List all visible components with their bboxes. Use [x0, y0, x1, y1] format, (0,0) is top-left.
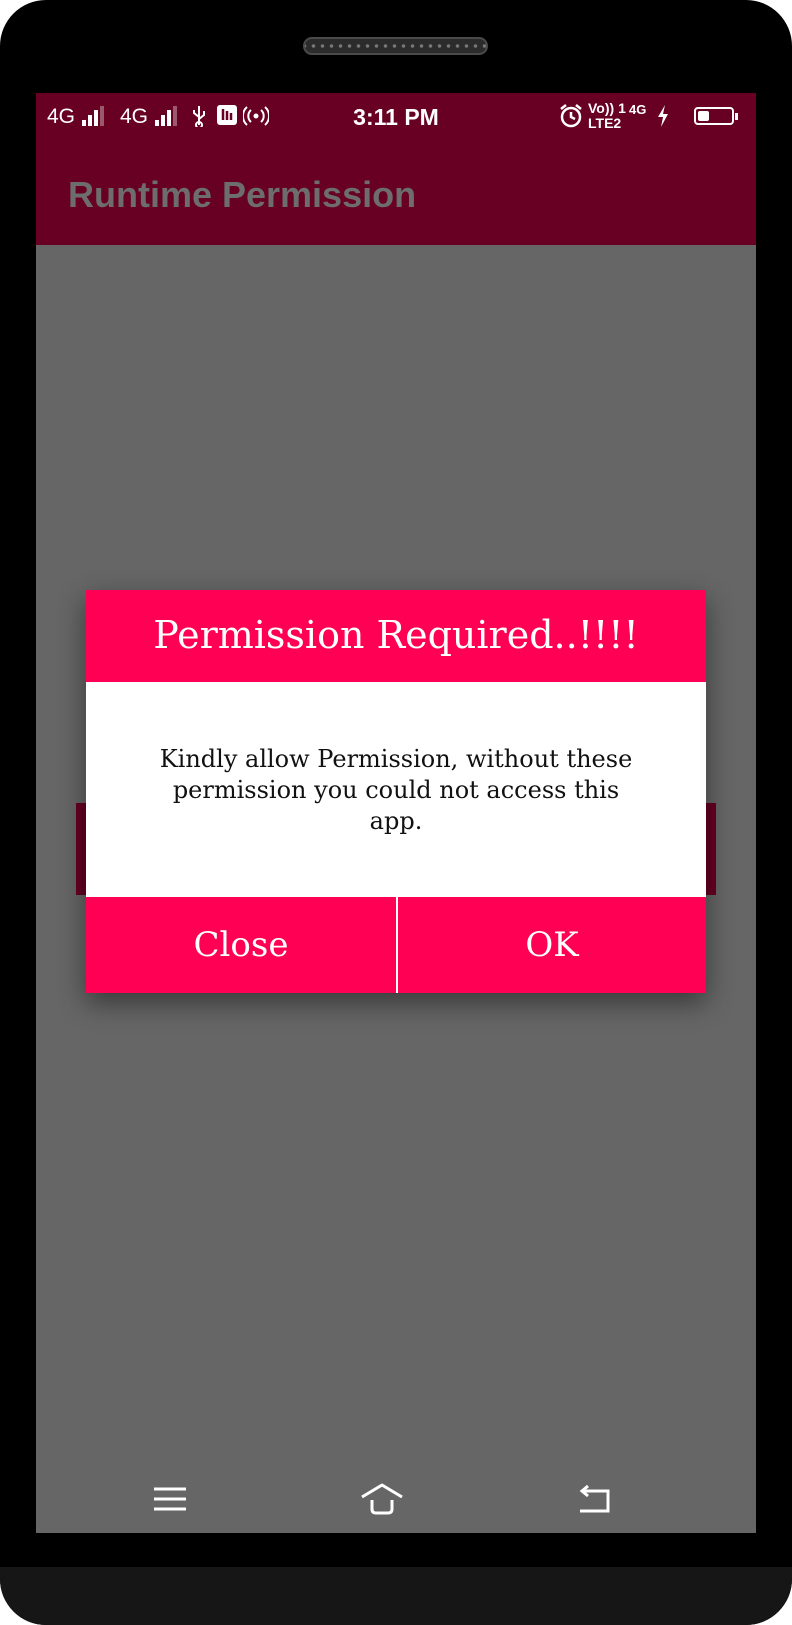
home-icon[interactable]: [360, 1481, 404, 1517]
dialog-actions: Close OK: [86, 897, 706, 993]
app-bar: Runtime Permission: [36, 143, 756, 245]
screen: 4G 4G 3:11 PM Vo)) 1 LTE2 4G Runtime Per…: [36, 93, 756, 1533]
ok-button[interactable]: OK: [398, 897, 706, 993]
volte-indicator: Vo)) 1 LTE2: [588, 101, 628, 133]
back-icon[interactable]: [572, 1481, 616, 1517]
phone-frame: 4G 4G 3:11 PM Vo)) 1 LTE2 4G Runtime Per…: [0, 0, 792, 1625]
alarm-icon: [560, 104, 582, 128]
network-type-3: 4G: [629, 102, 647, 117]
menu-icon[interactable]: [148, 1481, 192, 1517]
volte-bottom-label: LTE2: [588, 115, 622, 131]
dialog-body: Kindly allow Permission, without these p…: [86, 682, 706, 897]
permission-dialog: Permission Required..!!!! Kindly allow P…: [86, 590, 706, 993]
nav-bar: [36, 1463, 756, 1533]
phone-speaker: [303, 37, 488, 55]
close-button[interactable]: Close: [86, 897, 396, 993]
dialog-title: Permission Required..!!!!: [153, 613, 639, 657]
app-title: Runtime Permission: [68, 174, 417, 215]
phone-bottom-edge: [0, 1567, 792, 1625]
dialog-message: Kindly allow Permission, without these p…: [159, 745, 633, 835]
status-bar: 4G 4G 3:11 PM Vo)) 1 LTE2 4G: [36, 93, 756, 143]
charging-icon: [658, 105, 668, 127]
status-time: 3:11 PM: [353, 104, 439, 130]
battery-icon: [694, 107, 738, 125]
dialog-header: Permission Required..!!!!: [86, 590, 706, 682]
volte-top-label: Vo)) 1: [588, 100, 626, 116]
battery-level: [698, 111, 709, 121]
